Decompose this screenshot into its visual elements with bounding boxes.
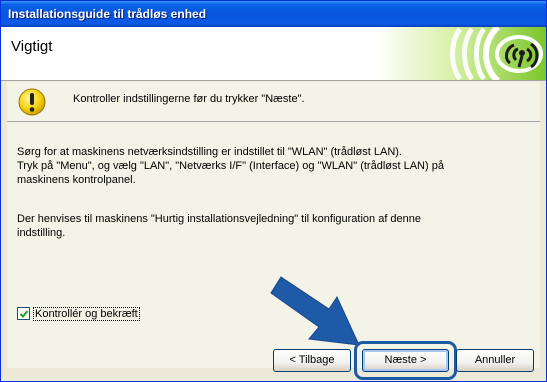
instruction-line: maskinens kontrolpanel. — [17, 174, 136, 186]
notice-bar: Kontroller indstillingerne før du trykke… — [7, 82, 540, 122]
wireless-logo-icon — [376, 27, 546, 80]
checkmark-icon — [19, 310, 29, 318]
instruction-line: Sørg for at maskinens netværksindstillin… — [17, 146, 402, 158]
cancel-button[interactable]: Annuller — [456, 349, 534, 372]
page-title: Vigtigt — [11, 38, 53, 55]
reference-line: Der henvises til maskinens "Hurtig insta… — [17, 213, 422, 225]
pointer-arrow-icon — [270, 276, 360, 346]
next-button[interactable]: Næste > — [362, 349, 449, 372]
instruction-line: Tryk på "Menu", og vælg "LAN", "Netværks… — [17, 160, 444, 172]
back-button[interactable]: < Tilbage — [273, 349, 351, 372]
window-title: Installationsguide til trådløs enhed — [8, 7, 207, 21]
wizard-header: Vigtigt — [1, 27, 546, 81]
instruction-paragraph: Sørg for at maskinens netværksindstillin… — [17, 145, 497, 187]
confirm-checkbox-label[interactable]: Kontrollér og bekræft — [33, 307, 140, 321]
reference-line: indstilling. — [17, 227, 66, 239]
installation-wizard-window: Installationsguide til trådløs enhed Vig… — [0, 0, 547, 382]
notice-text: Kontroller indstillingerne før du trykke… — [73, 93, 305, 105]
title-bar: Installationsguide til trådløs enhed — [1, 1, 546, 27]
warning-icon — [18, 88, 46, 116]
confirm-checkbox[interactable] — [17, 307, 30, 320]
reference-paragraph: Der henvises til maskinens "Hurtig insta… — [17, 212, 497, 240]
